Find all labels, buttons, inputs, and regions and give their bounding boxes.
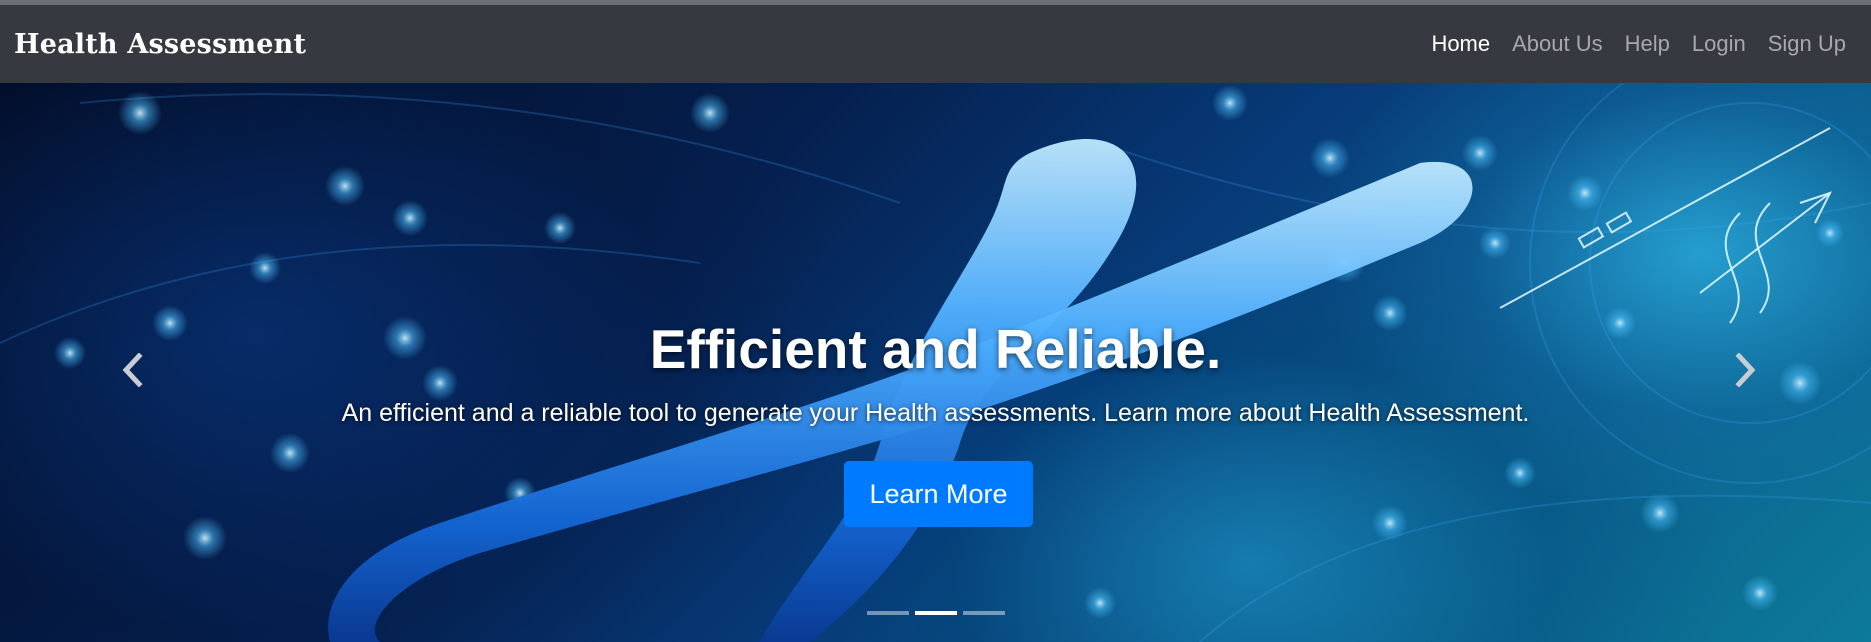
- carousel-indicator-3[interactable]: [962, 611, 1005, 615]
- hero-carousel: Efficient and Reliable. An efficient and…: [0, 83, 1871, 642]
- nav-home[interactable]: Home: [1420, 31, 1501, 57]
- brand-logo[interactable]: Health Assessment: [14, 29, 306, 60]
- nav-help[interactable]: Help: [1614, 31, 1681, 57]
- learn-more-button[interactable]: Learn More: [844, 461, 1033, 527]
- nav-about-us[interactable]: About Us: [1501, 31, 1614, 57]
- hero-headline: Efficient and Reliable.: [649, 318, 1222, 380]
- carousel-indicator-2[interactable]: [914, 611, 957, 615]
- hero-subheadline: An efficient and a reliable tool to gene…: [341, 399, 1530, 427]
- carousel-indicator-1[interactable]: [866, 611, 909, 615]
- navbar: Health Assessment Home About Us Help Log…: [0, 5, 1871, 83]
- carousel-indicators: [0, 611, 1871, 615]
- nav-links: Home About Us Help Login Sign Up: [1420, 31, 1857, 57]
- nav-login[interactable]: Login: [1681, 31, 1757, 57]
- nav-sign-up[interactable]: Sign Up: [1757, 31, 1857, 57]
